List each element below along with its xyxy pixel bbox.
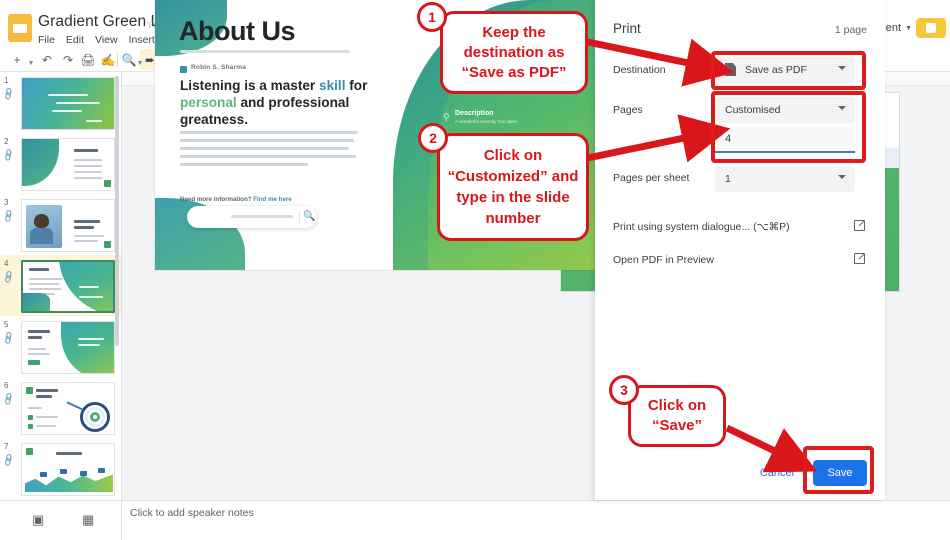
list-item[interactable]: 3 🔗: [0, 194, 121, 255]
preview-search-box[interactable]: 🔍: [187, 206, 317, 228]
list-item[interactable]: 2 🔗: [0, 133, 121, 194]
menu-item-view[interactable]: View: [95, 34, 118, 46]
preview-author: Robin S. Sharma: [191, 64, 247, 71]
slide-number: 2: [4, 137, 9, 146]
preview-title: About Us: [179, 16, 295, 46]
view-switch-bar: ▣ ▦: [0, 500, 122, 540]
list-item[interactable]: 7 🔗: [0, 438, 121, 499]
link-icon[interactable]: 🔗: [1, 392, 16, 407]
menu-item-file[interactable]: File: [38, 34, 55, 46]
annotation-step-badge-1: 1: [417, 2, 447, 32]
grid-view-icon[interactable]: ▦: [82, 512, 94, 528]
annotation-step-badge-3: 3: [609, 375, 639, 405]
more-info-text: Need more information?: [180, 196, 254, 203]
quote-skill: skill: [319, 78, 346, 93]
annotation-text-1: Keep the destination as “Save as PDF”: [461, 23, 567, 81]
menu-item-edit[interactable]: Edit: [66, 34, 84, 46]
slide-number: 7: [4, 442, 9, 451]
slide-filmstrip[interactable]: 1 🔗 2 🔗 3 🔗 4 🔗 5 🔗 6 🔗 7 🔗: [0, 72, 122, 500]
preview-author-chip: [180, 66, 187, 73]
slide-thumbnail[interactable]: [21, 199, 115, 252]
undo-icon[interactable]: ↶: [38, 51, 56, 69]
highlight-pages: [711, 91, 866, 163]
list-item[interactable]: 1 🔗: [0, 72, 121, 133]
pages-per-sheet-value: 1: [725, 173, 731, 185]
cancel-button[interactable]: Cancel: [751, 460, 803, 486]
page-count: 1 page: [834, 24, 867, 36]
quote-text-1: Listening is a master: [180, 78, 320, 93]
pages-per-sheet-label: Pages per sheet: [613, 172, 690, 184]
quote-text-2: for: [345, 78, 368, 93]
external-link-icon[interactable]: [854, 253, 865, 264]
slide-number: 6: [4, 381, 9, 390]
preview-search-placeholder: [231, 215, 293, 218]
pages-label: Pages: [613, 104, 643, 116]
preview-description-sub: A wonderful serenity has taken: [455, 119, 518, 124]
paint-format-icon[interactable]: ✍: [99, 51, 117, 69]
filmstrip-scrollbar[interactable]: [115, 76, 119, 346]
annotation-callout-1: Keep the destination as “Save as PDF”: [440, 11, 588, 94]
preview-quote: Listening is a master skill for personal…: [180, 77, 380, 128]
open-pdf-preview-link[interactable]: Open PDF in Preview: [613, 254, 714, 266]
toolbar-divider: [117, 53, 118, 67]
search-icon[interactable]: 🔍: [303, 211, 315, 222]
location-pin-icon: ⚲: [443, 112, 450, 122]
highlight-save-button: [803, 446, 874, 494]
toolbar: + ▼ ↶ ↷ 🖨 ✍ 🔍 ▼ ➨: [0, 48, 170, 72]
link-icon[interactable]: 🔗: [1, 87, 16, 102]
annotation-number-2: 2: [429, 130, 437, 146]
filmstrip-view-icon[interactable]: ▣: [32, 512, 44, 528]
preview-more-info: Need more information? Find me here: [180, 196, 292, 203]
print-icon[interactable]: 🖨: [79, 51, 97, 69]
annotation-callout-2: Click on “Customized” and type in the sl…: [437, 133, 589, 241]
plus-icon[interactable]: +: [8, 51, 26, 69]
menu-item-insert[interactable]: Insert: [129, 34, 155, 46]
pages-per-sheet-select[interactable]: 1: [715, 166, 855, 192]
destination-label: Destination: [613, 64, 666, 76]
annotation-callout-3: Click on “Save”: [628, 385, 726, 447]
slide-thumbnail[interactable]: [21, 138, 115, 191]
more-info-link[interactable]: Find me here: [253, 196, 292, 203]
annotation-text-3: Click on “Save”: [647, 397, 707, 434]
preview-description-title: Description: [455, 110, 494, 117]
link-icon[interactable]: 🔗: [1, 209, 16, 224]
slides-app-icon: [8, 14, 32, 42]
slide-thumbnail[interactable]: [21, 382, 115, 435]
external-link-icon[interactable]: [854, 220, 865, 231]
annotation-text-2: Click on “Customized” and type in the sl…: [447, 147, 579, 227]
link-icon[interactable]: 🔗: [1, 270, 16, 285]
highlight-destination: [711, 51, 866, 90]
slide-number: 1: [4, 76, 9, 85]
slide-thumbnail[interactable]: [21, 443, 115, 496]
speaker-notes-placeholder[interactable]: Click to add speaker notes: [130, 507, 254, 519]
screenshot-root: Gradient Green Light ☆ File Edit View In…: [0, 0, 950, 540]
list-item[interactable]: 6 🔗: [0, 377, 121, 438]
link-icon[interactable]: 🔗: [1, 453, 16, 468]
slide-number: 3: [4, 198, 9, 207]
speaker-notes-bar[interactable]: Click to add speaker notes: [122, 500, 950, 540]
list-item[interactable]: 4 🔗: [0, 255, 121, 316]
quote-personal: personal: [180, 95, 237, 110]
slide-number: 4: [4, 259, 9, 268]
list-item[interactable]: 5 🔗: [0, 316, 121, 377]
preview-subtitle-line: [180, 50, 350, 53]
slide-number: 5: [4, 320, 9, 329]
print-system-dialogue-link[interactable]: Print using system dialogue... (⌥⌘P): [613, 221, 790, 233]
redo-icon[interactable]: ↷: [59, 51, 77, 69]
print-dialog-title: Print: [613, 21, 641, 36]
link-icon[interactable]: 🔗: [1, 148, 16, 163]
preview-body-text: [180, 131, 358, 171]
preview-search-divider: [299, 211, 300, 223]
annotation-number-3: 3: [620, 382, 628, 398]
caret-down-icon[interactable]: ▼: [905, 25, 912, 32]
slide-thumbnail-selected[interactable]: [21, 260, 115, 313]
annotation-step-badge-2: 2: [418, 123, 448, 153]
slide-thumbnail[interactable]: [21, 77, 115, 130]
annotation-number-1: 1: [428, 9, 436, 25]
link-icon[interactable]: 🔗: [1, 331, 16, 346]
lock-icon[interactable]: [916, 18, 946, 38]
slide-thumbnail[interactable]: [21, 321, 115, 374]
caret-down-icon[interactable]: [838, 175, 846, 179]
